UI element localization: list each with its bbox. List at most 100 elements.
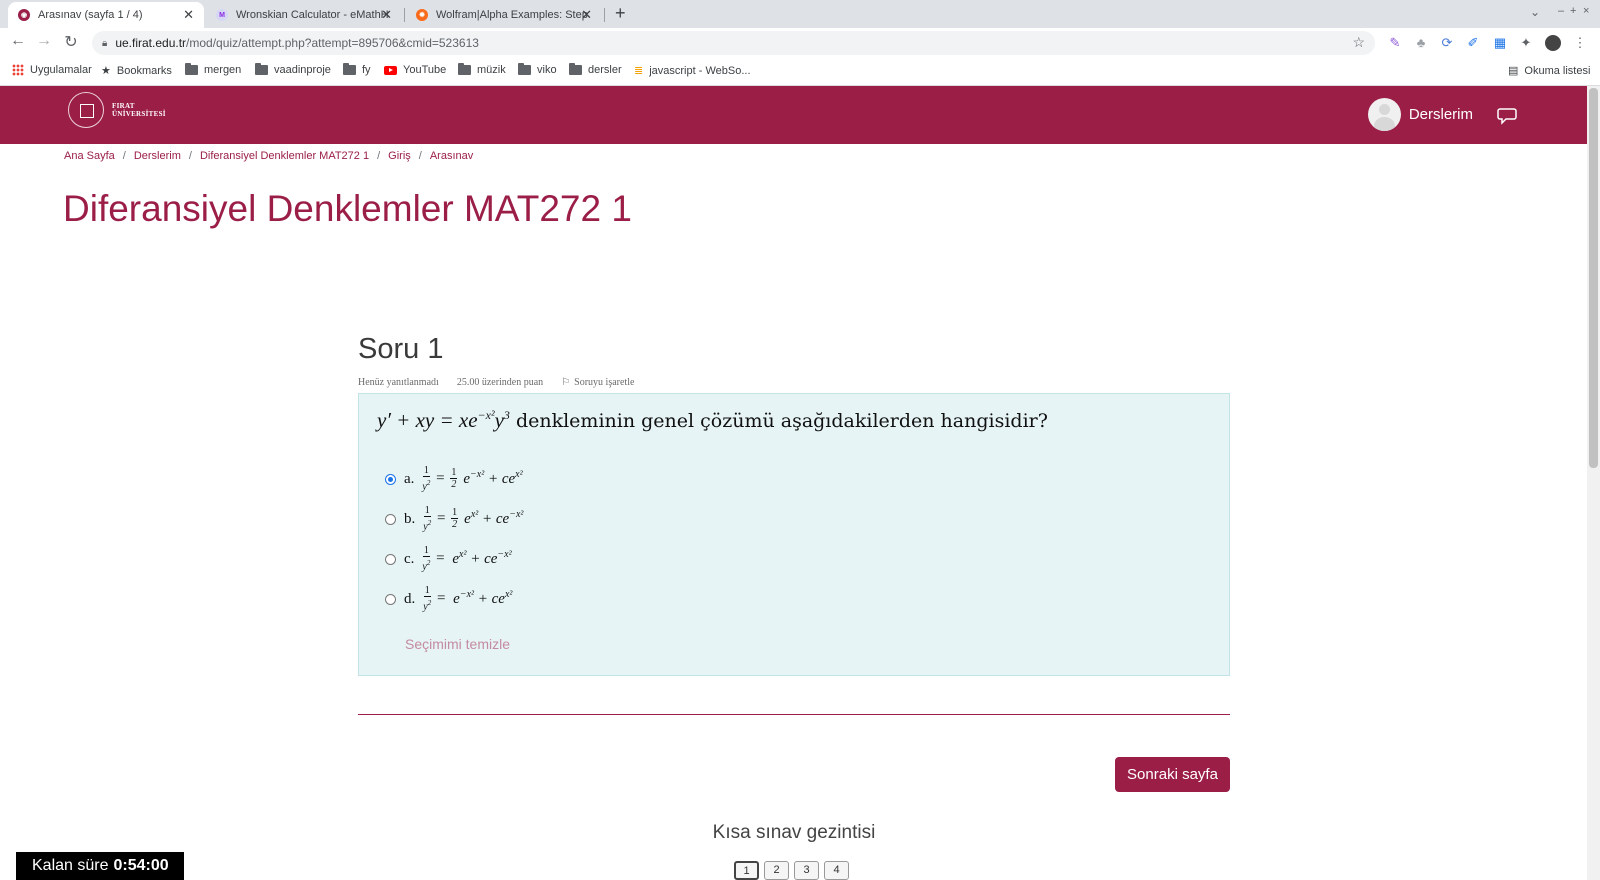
folder-icon — [185, 63, 198, 75]
next-page-button[interactable]: Sonraki sayfa — [1115, 757, 1230, 792]
breadcrumb-course[interactable]: Diferansiyel Denklemler MAT272 1 — [200, 150, 369, 162]
folder-icon — [569, 63, 582, 75]
bookmark-viko[interactable]: viko — [518, 63, 557, 76]
question-points: 25.00 üzerinden puan — [456, 377, 544, 388]
tab-title: Arasınav (sayfa 1 / 4) — [38, 9, 143, 21]
star-icon: ★ — [101, 65, 111, 77]
quiz-nav-page-4[interactable]: 4 — [824, 861, 849, 880]
breadcrumb-quiz[interactable]: Arasınav — [430, 150, 473, 162]
bookmark-mergen[interactable]: mergen — [185, 63, 241, 76]
flag-icon: ⚐ — [561, 377, 571, 388]
breadcrumb-courses[interactable]: Derslerim — [134, 150, 181, 162]
close-tab-icon[interactable]: ✕ — [381, 7, 392, 23]
extensions-icon[interactable]: ✦ — [1518, 35, 1534, 51]
new-tab-button[interactable]: + — [615, 3, 626, 24]
breadcrumb-separator: / — [377, 150, 381, 162]
tab-arasinav[interactable]: ◉ Arasınav (sayfa 1 / 4) ✕ — [8, 2, 204, 28]
answer-letter: c. — [404, 550, 415, 567]
tab-separator — [404, 8, 405, 22]
tab-title: Wronskian Calculator - eMathHelp — [236, 9, 388, 21]
bookmark-fy[interactable]: fy — [343, 63, 371, 76]
timer-value: 0:54:00 — [113, 857, 169, 874]
breadcrumb: Ana Sayfa / Derslerim / Diferansiyel Denkl… — [64, 150, 473, 162]
user-avatar[interactable] — [1367, 98, 1401, 131]
forward-arrow-icon[interactable]: → — [34, 32, 54, 50]
user-area: Derslerim — [1367, 98, 1517, 131]
flag-question-link[interactable]: ⚐ Soruyu işaretle — [561, 377, 634, 388]
tab-wolframalpha[interactable]: ✹ Wolfram|Alpha Examples: Step-by-Step ✕ — [406, 2, 602, 28]
answer-letter: a. — [404, 470, 415, 487]
sync-extension-icon[interactable]: ⟳ — [1439, 35, 1455, 51]
folder-icon — [343, 63, 356, 75]
tab-title: Wolfram|Alpha Examples: Step-by-Step — [436, 9, 588, 21]
message-bubble-icon[interactable] — [1497, 105, 1517, 125]
close-window-button[interactable]: × — [1583, 5, 1589, 17]
clear-choice-link[interactable]: Seçimimi temizle — [405, 636, 510, 652]
reload-icon[interactable]: ↻ — [61, 32, 81, 52]
browser-tab-bar: ◉ Arasınav (sayfa 1 / 4) ✕ M Wronskian C… — [0, 0, 1600, 28]
breadcrumb-home[interactable]: Ana Sayfa — [64, 150, 115, 162]
site-header: FIRAT ÜNİVERSİTESİ Derslerim — [0, 86, 1587, 144]
reading-list-icon: ▤ — [1508, 65, 1519, 77]
section-divider — [358, 714, 1230, 715]
back-arrow-icon[interactable]: ← — [8, 32, 28, 50]
bookmark-javascript[interactable]: ≣ javascript - WebSo... — [634, 64, 751, 78]
calendar-extension-icon[interactable]: ▦ — [1492, 35, 1508, 51]
highlighter-extension-icon[interactable]: ✐ — [1465, 35, 1481, 51]
bookmark-apps[interactable]: Uygulamalar — [12, 64, 92, 76]
puzzle-extension-icon[interactable]: ♣ — [1413, 35, 1429, 51]
stackoverflow-icon: ≣ — [634, 65, 644, 77]
minimize-button[interactable]: – — [1558, 5, 1564, 17]
answer-option-c[interactable]: c. 1 y2 = ex² + ce−x² — [385, 546, 512, 572]
answer-letter: b. — [404, 510, 416, 527]
answer-option-d[interactable]: d. 1 y2 = e−x² + cex² — [385, 586, 512, 612]
tab-separator — [604, 8, 605, 22]
youtube-icon — [384, 65, 397, 75]
profile-avatar-icon[interactable] — [1545, 35, 1561, 51]
breadcrumb-section[interactable]: Giriş — [388, 150, 411, 162]
tab-wronskian[interactable]: M Wronskian Calculator - eMathHelp ✕ — [206, 2, 402, 28]
answer-radio[interactable] — [385, 473, 396, 485]
quiz-timer: Kalan süre 0:54:00 — [16, 852, 184, 880]
apps-grid-icon — [12, 64, 24, 76]
bookmark-muzik[interactable]: müzik — [458, 63, 506, 76]
quiz-nav-page-3[interactable]: 3 — [794, 861, 819, 880]
bookmark-star-icon[interactable]: ☆ — [1352, 34, 1365, 51]
tab-search-icon[interactable]: ⌄ — [1530, 5, 1540, 19]
answer-formula: 1 y2 = e−x² + cex² — [423, 585, 513, 613]
question-equation: y′ + xy = xe−x²y3 — [377, 408, 510, 432]
scrollbar-thumb[interactable] — [1589, 88, 1598, 468]
menu-kebab-icon[interactable]: ⋮ — [1572, 35, 1588, 51]
question-text: y′ + xy = xe−x²y3 denkleminin genel çözü… — [377, 408, 1048, 433]
quiz-nav-page-1[interactable]: 1 — [734, 861, 759, 880]
answer-option-b[interactable]: b. 1 y2 = 1 2 ex² + ce−x² — [385, 506, 523, 532]
logo-text: FIRAT ÜNİVERSİTESİ — [112, 102, 166, 118]
address-bar[interactable]: 🔒︎ ue.firat.edu.tr/mod/quiz/attempt.php?… — [92, 31, 1375, 55]
bookmark-bookmarks[interactable]: ★ Bookmarks — [101, 64, 172, 78]
folder-icon — [458, 63, 471, 75]
answer-letter: d. — [404, 590, 416, 607]
close-tab-icon[interactable]: ✕ — [183, 7, 194, 23]
quiz-nav-page-2[interactable]: 2 — [764, 861, 789, 880]
answer-radio[interactable] — [385, 553, 396, 565]
page-title: Diferansiyel Denklemler MAT272 1 — [63, 188, 632, 229]
quiz-navigation-title: Kısa sınav gezintisi — [712, 822, 876, 843]
bookmark-vaadinproje[interactable]: vaadinproje — [255, 63, 331, 76]
maximize-button[interactable]: + — [1570, 5, 1576, 17]
browser-toolbar: ← → ↻ 🔒︎ ue.firat.edu.tr/mod/quiz/attemp… — [0, 28, 1600, 58]
page-scrollbar[interactable] — [1587, 86, 1600, 880]
question-box: y′ + xy = xe−x²y3 denkleminin genel çözü… — [358, 393, 1230, 676]
firat-logo[interactable]: FIRAT ÜNİVERSİTESİ — [68, 92, 166, 128]
bookmark-youtube[interactable]: YouTube — [384, 64, 446, 76]
close-tab-icon[interactable]: ✕ — [581, 7, 592, 23]
reading-list-button[interactable]: ▤ Okuma listesi — [1508, 64, 1590, 78]
answer-radio[interactable] — [385, 513, 396, 525]
bookmarks-bar: Uygulamalar ★ Bookmarks mergen vaadinproj… — [0, 58, 1600, 86]
firat-favicon-icon: ◉ — [18, 9, 30, 21]
answer-formula: 1 y2 = 1 2 e−x² + cex² — [422, 465, 523, 493]
answer-option-a[interactable]: a. 1 y2 = 1 2 e−x² + cex² — [385, 466, 523, 492]
answer-radio[interactable] — [385, 593, 396, 605]
user-menu-link[interactable]: Derslerim — [1409, 106, 1473, 123]
pen-extension-icon[interactable]: ✎ — [1387, 35, 1403, 51]
bookmark-dersler[interactable]: dersler — [569, 63, 622, 76]
